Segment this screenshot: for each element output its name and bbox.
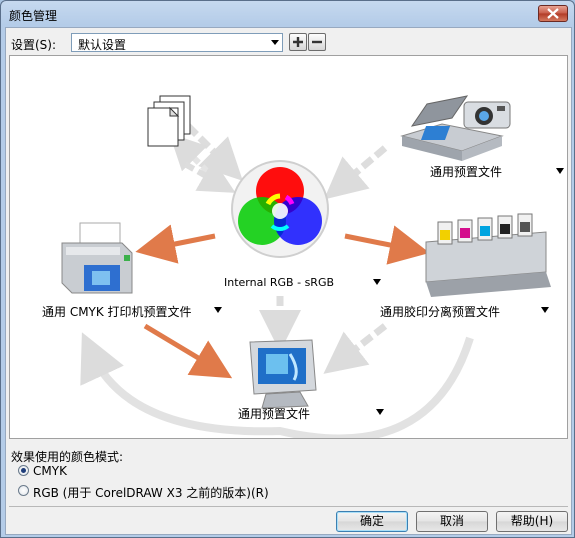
documents-icon [147, 95, 191, 147]
monitor-profile-label: 通用预置文件 [238, 407, 311, 421]
scanner-camera-icon [400, 95, 511, 161]
remove-preset-button[interactable] [308, 33, 326, 51]
window-title: 颜色管理 [9, 9, 58, 23]
settings-label: 设置(S): [11, 38, 57, 52]
flow-arrows [61, 95, 551, 438]
preset-dropdown[interactable]: 默认设置 [71, 33, 283, 52]
plus-icon [293, 37, 303, 47]
rgb-circle-icon [231, 160, 329, 258]
dialog-window: 颜色管理 设置(S): 默认设置 通用预置文件 Internal RGB - s… [0, 0, 575, 538]
press-profile-dropdown-icon[interactable] [541, 307, 549, 313]
color-mode-label: 效果使用的颜色模式: [11, 450, 124, 464]
press-icon [425, 213, 551, 297]
internal-rgb-dropdown-icon[interactable] [373, 279, 381, 285]
internal-rgb-label: Internal RGB - sRGB [224, 276, 335, 289]
color-flow-canvas: 通用预置文件 Internal RGB - sRGB 通用 CMYK 打印机预置… [9, 55, 568, 439]
chevron-down-icon [271, 40, 279, 45]
radio-indicator[interactable] [18, 485, 29, 496]
radio-indicator[interactable] [18, 465, 29, 476]
radio-rgb-label: RGB (用于 CorelDRAW X3 之前的版本)(R) [33, 486, 269, 500]
add-preset-button[interactable] [289, 33, 307, 51]
monitor-icon [249, 339, 317, 409]
scanner-profile-label: 通用预置文件 [430, 165, 503, 179]
close-icon [547, 8, 559, 19]
printer-profile-label: 通用 CMYK 打印机预置文件 [42, 305, 192, 319]
printer-icon [61, 222, 133, 294]
cancel-button[interactable]: 取消 [416, 511, 488, 532]
radio-cmyk-label: CMYK [33, 464, 67, 478]
minus-icon [312, 40, 322, 44]
scanner-profile-dropdown-icon[interactable] [556, 168, 564, 174]
title-bar[interactable]: 颜色管理 [1, 1, 574, 27]
dialog-client: 设置(S): 默认设置 通用预置文件 Internal RGB - sRGB 通… [5, 27, 572, 535]
ok-button[interactable]: 确定 [336, 511, 408, 532]
printer-profile-dropdown-icon[interactable] [214, 307, 222, 313]
monitor-profile-dropdown-icon[interactable] [376, 409, 384, 415]
help-button[interactable]: 帮助(H) [496, 511, 568, 532]
separator [9, 506, 568, 507]
preset-value: 默认设置 [78, 38, 127, 52]
close-button[interactable] [538, 5, 568, 22]
press-profile-label: 通用胶印分离预置文件 [380, 305, 501, 319]
